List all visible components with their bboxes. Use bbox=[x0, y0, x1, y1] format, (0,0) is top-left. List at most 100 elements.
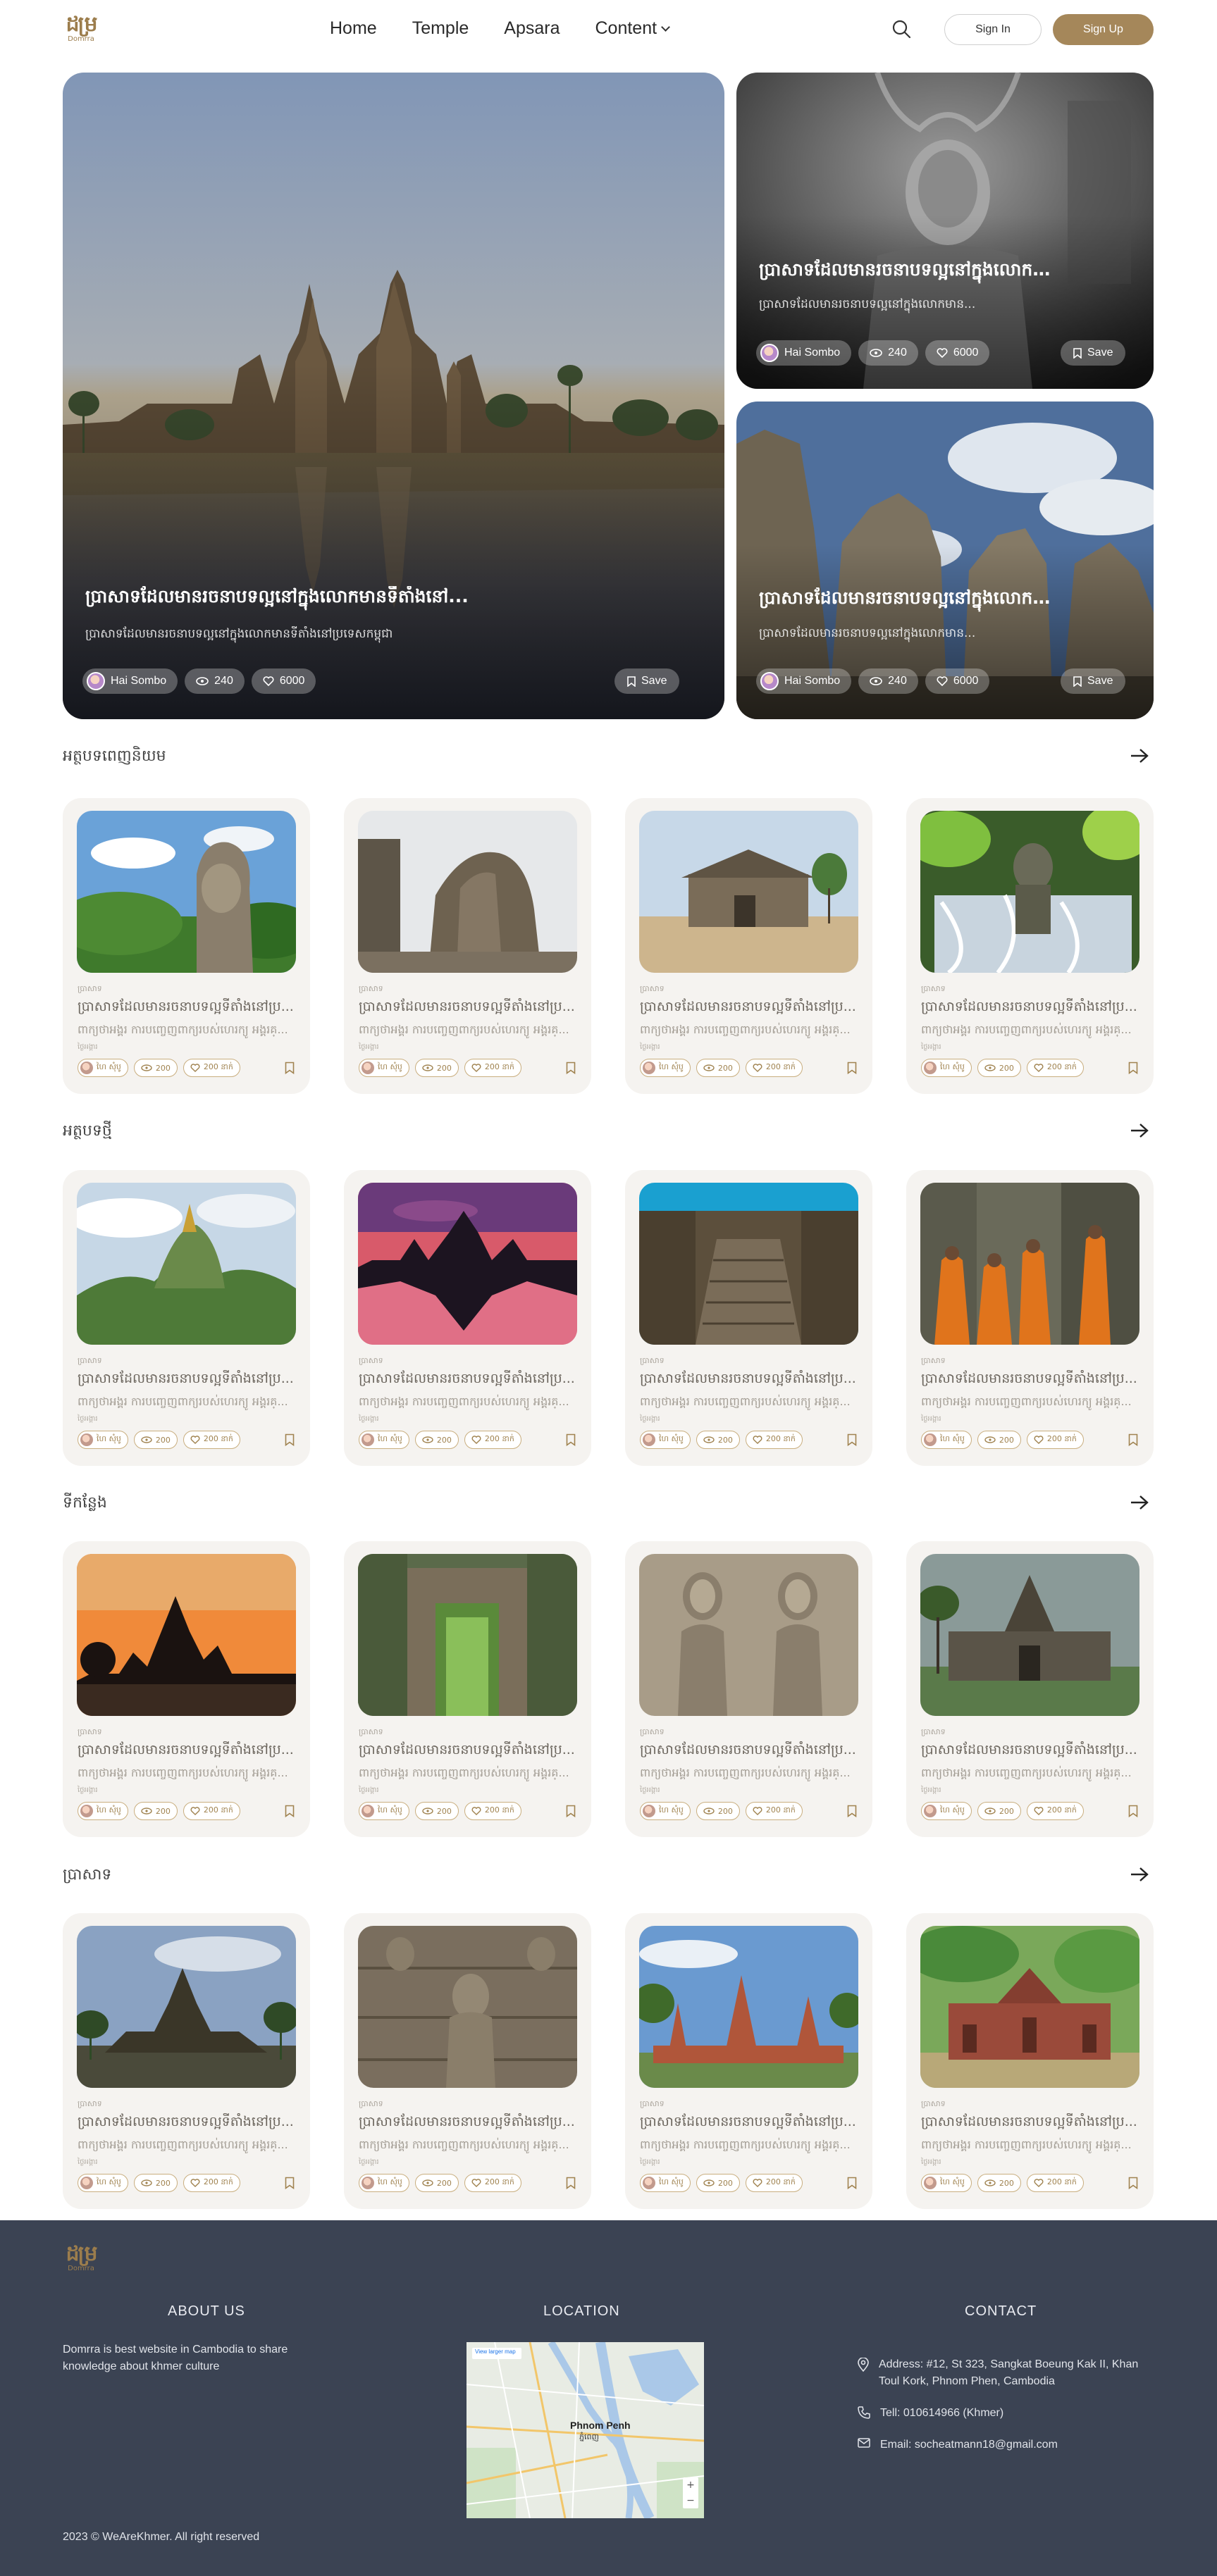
author-chip[interactable]: ហៃ សុំបូ bbox=[640, 2174, 691, 2192]
sign-up-button[interactable]: Sign Up bbox=[1053, 14, 1154, 45]
likes-chip[interactable]: 200 នាក់ bbox=[183, 1059, 240, 1077]
article-thumbnail[interactable] bbox=[358, 811, 577, 973]
author-chip[interactable]: ហៃ សុំបូ bbox=[78, 1431, 128, 1449]
article-thumbnail[interactable] bbox=[77, 1183, 296, 1345]
article-title[interactable]: ប្រាសាទដែលមានរចនាបទល្អទីតាំងនៅប្រ... bbox=[640, 1741, 858, 1761]
article-title[interactable]: ប្រាសាទដែលមានរចនាបទល្អទីតាំងនៅប្រ... bbox=[640, 2113, 858, 2133]
likes-chip[interactable]: 200 នាក់ bbox=[745, 1802, 803, 1820]
article-card[interactable]: ប្រាសាទ ប្រាសាទដែលមានរចនាបទល្អទីតាំងនៅប្រ… bbox=[344, 798, 591, 1094]
article-title[interactable]: ប្រាសាទដែលមានរចនាបទល្អទីតាំងនៅប្រ... bbox=[640, 1370, 858, 1390]
arrow-right-icon[interactable] bbox=[1130, 1122, 1149, 1139]
bookmark-icon[interactable] bbox=[285, 1433, 295, 1446]
likes-chip[interactable]: 200 នាក់ bbox=[745, 1059, 803, 1077]
article-card[interactable]: ប្រាសាទ ប្រាសាទដែលមានរចនាបទល្អទីតាំងនៅប្រ… bbox=[625, 1541, 872, 1837]
author-chip[interactable]: ហៃ សុំបូ bbox=[78, 1802, 128, 1820]
article-thumbnail[interactable] bbox=[639, 1926, 858, 2088]
author-chip[interactable]: ហៃ សុំបូ bbox=[921, 1431, 972, 1449]
search-icon[interactable] bbox=[891, 18, 912, 39]
article-title[interactable]: ប្រាសាទដែលមានរចនាបទល្អទីតាំងនៅប្រ... bbox=[921, 1370, 1139, 1390]
likes-chip[interactable]: 6000 bbox=[925, 340, 990, 366]
article-card[interactable]: ប្រាសាទ ប្រាសាទដែលមានរចនាបទល្អទីតាំងនៅប្រ… bbox=[625, 1913, 872, 2209]
article-card[interactable]: ប្រាសាទ ប្រាសាទដែលមានរចនាបទល្អទីតាំងនៅប្រ… bbox=[625, 1170, 872, 1466]
brand-logo[interactable]: ដម្រ Domrra bbox=[63, 14, 99, 45]
save-button[interactable]: Save bbox=[614, 668, 680, 694]
article-title[interactable]: ប្រាសាទដែលមានរចនាបទល្អទីតាំងនៅប្រ... bbox=[921, 1741, 1139, 1761]
likes-chip[interactable]: 200 នាក់ bbox=[464, 1431, 521, 1449]
author-chip[interactable]: ហៃ សុំបូ bbox=[359, 1059, 409, 1077]
view-larger-map-link[interactable]: View larger map bbox=[475, 2348, 516, 2355]
article-card[interactable]: ប្រាសាទ ប្រាសាទដែលមានរចនាបទល្អទីតាំងនៅប្រ… bbox=[344, 1913, 591, 2209]
article-title[interactable]: ប្រាសាទដែលមានរចនាបទល្អទីតាំងនៅប្រ... bbox=[359, 1370, 577, 1390]
article-card[interactable]: ប្រាសាទ ប្រាសាទដែលមានរចនាបទល្អទីតាំងនៅប្រ… bbox=[63, 1913, 310, 2209]
bookmark-icon[interactable] bbox=[847, 1805, 857, 1817]
article-thumbnail[interactable] bbox=[920, 1554, 1139, 1716]
article-card[interactable]: ប្រាសាទ ប្រាសាទដែលមានរចនាបទល្អទីតាំងនៅប្រ… bbox=[344, 1170, 591, 1466]
author-chip[interactable]: ហៃ សុំបូ bbox=[359, 1802, 409, 1820]
author-chip[interactable]: ហៃ សុំបូ bbox=[359, 2174, 409, 2192]
article-card[interactable]: ប្រាសាទ ប្រាសាទដែលមានរចនាបទល្អទីតាំងនៅប្រ… bbox=[63, 1541, 310, 1837]
likes-chip[interactable]: 200 នាក់ bbox=[464, 1059, 521, 1077]
contact-email[interactable]: Email: socheatmann18@gmail.com bbox=[858, 2437, 1058, 2453]
nav-temple[interactable]: Temple bbox=[412, 18, 469, 39]
likes-chip[interactable]: 6000 bbox=[925, 668, 990, 694]
article-title[interactable]: ប្រាសាទដែលមានរចនាបទល្អទីតាំងនៅប្រ... bbox=[78, 998, 296, 1018]
bookmark-icon[interactable] bbox=[285, 1805, 295, 1817]
article-title[interactable]: ប្រាសាទដែលមានរចនាបទល្អទីតាំងនៅប្រ... bbox=[359, 2113, 577, 2133]
article-thumbnail[interactable] bbox=[920, 1926, 1139, 2088]
hero-side-card-2[interactable]: ប្រាសាទដែលមានរចនាបទល្អនៅក្នុងលោកមាន... ប… bbox=[736, 402, 1154, 719]
bookmark-icon[interactable] bbox=[1128, 1805, 1138, 1817]
author-chip[interactable]: ហៃ សុំបូ bbox=[921, 2174, 972, 2192]
arrow-right-icon[interactable] bbox=[1130, 1494, 1149, 1511]
article-title[interactable]: ប្រាសាទដែលមានរចនាបទល្អទីតាំងនៅប្រ... bbox=[78, 2113, 296, 2133]
likes-chip[interactable]: 200 នាក់ bbox=[464, 1802, 521, 1820]
footer-logo[interactable]: ដម្រ Domrra bbox=[63, 2244, 99, 2275]
nav-content-dropdown[interactable]: Content bbox=[595, 18, 670, 39]
article-card[interactable]: ប្រាសាទ ប្រាសាទដែលមានរចនាបទល្អទីតាំងនៅប្រ… bbox=[906, 1170, 1154, 1466]
save-button[interactable]: Save bbox=[1061, 668, 1126, 694]
author-chip[interactable]: ហៃ សុំបូ bbox=[78, 2174, 128, 2192]
author-chip[interactable]: ហៃ សុំបូ bbox=[640, 1802, 691, 1820]
likes-chip[interactable]: 200 នាក់ bbox=[1026, 1431, 1084, 1449]
likes-chip[interactable]: 6000 bbox=[251, 668, 316, 694]
article-thumbnail[interactable] bbox=[639, 811, 858, 973]
article-title[interactable]: ប្រាសាទដែលមានរចនាបទល្អទីតាំងនៅប្រ... bbox=[78, 1370, 296, 1390]
hero-main-card[interactable]: ប្រាសាទដែលមានរចនាបទល្អនៅក្នុងលោកមានទីតាំ… bbox=[63, 73, 724, 719]
author-chip[interactable]: ហៃ សុំបូ bbox=[359, 1431, 409, 1449]
bookmark-icon[interactable] bbox=[566, 1433, 576, 1446]
author-chip[interactable]: Hai Sombo bbox=[82, 668, 178, 694]
article-thumbnail[interactable] bbox=[358, 1183, 577, 1345]
bookmark-icon[interactable] bbox=[1128, 2177, 1138, 2189]
likes-chip[interactable]: 200 នាក់ bbox=[745, 2174, 803, 2192]
article-card[interactable]: ប្រាសាទ ប្រាសាទដែលមានរចនាបទល្អទីតាំងនៅប្រ… bbox=[63, 798, 310, 1094]
article-thumbnail[interactable] bbox=[920, 1183, 1139, 1345]
bookmark-icon[interactable] bbox=[566, 1062, 576, 1074]
article-title[interactable]: ប្រាសាទដែលមានរចនាបទល្អទីតាំងនៅប្រ... bbox=[359, 998, 577, 1018]
likes-chip[interactable]: 200 នាក់ bbox=[1026, 1802, 1084, 1820]
hero-side-card-1[interactable]: ប្រាសាទដែលមានរចនាបទល្អនៅក្នុងលោកមាន... ប… bbox=[736, 73, 1154, 389]
map-zoom-control[interactable]: + − bbox=[683, 2477, 698, 2508]
article-card[interactable]: ប្រាសាទ ប្រាសាទដែលមានរចនាបទល្អទីតាំងនៅប្រ… bbox=[344, 1541, 591, 1837]
article-card[interactable]: ប្រាសាទ ប្រាសាទដែលមានរចនាបទល្អទីតាំងនៅប្រ… bbox=[906, 1541, 1154, 1837]
likes-chip[interactable]: 200 នាក់ bbox=[183, 1431, 240, 1449]
hero-main-title[interactable]: ប្រាសាទដែលមានរចនាបទល្អនៅក្នុងលោកមានទីតាំ… bbox=[85, 586, 480, 611]
article-card[interactable]: ប្រាសាទ ប្រាសាទដែលមានរចនាបទល្អទីតាំងនៅប្រ… bbox=[625, 798, 872, 1094]
article-thumbnail[interactable] bbox=[77, 1554, 296, 1716]
article-thumbnail[interactable] bbox=[77, 811, 296, 973]
likes-chip[interactable]: 200 នាក់ bbox=[1026, 2174, 1084, 2192]
save-button[interactable]: Save bbox=[1061, 340, 1126, 366]
bookmark-icon[interactable] bbox=[566, 1805, 576, 1817]
article-title[interactable]: ប្រាសាទដែលមានរចនាបទល្អទីតាំងនៅប្រ... bbox=[78, 1741, 296, 1761]
author-chip[interactable]: Hai Sombo bbox=[756, 340, 852, 366]
hero-side1-title[interactable]: ប្រាសាទដែលមានរចនាបទល្អនៅក្នុងលោកមាន... bbox=[759, 259, 1055, 285]
bookmark-icon[interactable] bbox=[847, 2177, 857, 2189]
article-card[interactable]: ប្រាសាទ ប្រាសាទដែលមានរចនាបទល្អទីតាំងនៅប្រ… bbox=[63, 1170, 310, 1466]
sign-in-button[interactable]: Sign In bbox=[944, 14, 1042, 45]
likes-chip[interactable]: 200 នាក់ bbox=[183, 1802, 240, 1820]
author-chip[interactable]: ហៃ សុំបូ bbox=[921, 1802, 972, 1820]
author-chip[interactable]: ហៃ សុំបូ bbox=[640, 1431, 691, 1449]
bookmark-icon[interactable] bbox=[566, 2177, 576, 2189]
contact-phone[interactable]: Tell: 010614966 (Khmer) bbox=[858, 2405, 1003, 2422]
article-thumbnail[interactable] bbox=[639, 1183, 858, 1345]
article-title[interactable]: ប្រាសាទដែលមានរចនាបទល្អទីតាំងនៅប្រ... bbox=[640, 998, 858, 1018]
article-title[interactable]: ប្រាសាទដែលមានរចនាបទល្អទីតាំងនៅប្រ... bbox=[921, 998, 1139, 1018]
